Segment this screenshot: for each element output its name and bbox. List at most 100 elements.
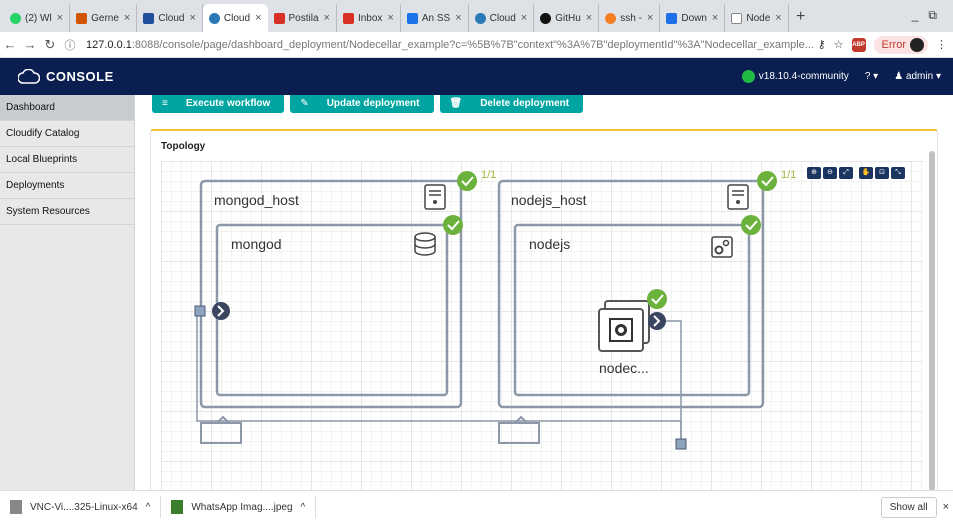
- server-icon: [424, 184, 446, 210]
- doc-icon: [406, 12, 418, 24]
- browser-tab-bar: (2) Wl × Gerne × Cloud × Cloud × Postila × In…: [0, 0, 953, 32]
- rs-icon: [143, 12, 155, 24]
- svg-text:1/1: 1/1: [781, 169, 796, 181]
- app-logo[interactable]: CONSOLE: [0, 68, 114, 85]
- info-icon[interactable]: ⓘ: [60, 37, 80, 53]
- show-all-button[interactable]: Show all: [880, 496, 937, 518]
- new-tab-button[interactable]: +: [789, 4, 813, 32]
- sidebar-item-catalog[interactable]: Cloudify Catalog: [0, 121, 134, 147]
- action-bar: ≡ Execute workflow ✎ Update deployment 🗑 De…: [152, 95, 584, 113]
- status-icon: [741, 70, 755, 83]
- close-icon[interactable]: ×: [57, 12, 63, 24]
- delete-deployment-button[interactable]: 🗑 Delete deployment: [439, 95, 584, 113]
- status-ok-icon: [443, 215, 463, 235]
- chevron-up-icon[interactable]: ^: [301, 502, 306, 513]
- gear-icon: [711, 236, 733, 258]
- widget-title: Topology: [161, 141, 206, 152]
- download-item[interactable]: VNC-Vi....325-Linux-x64 ^: [0, 496, 162, 518]
- close-icon[interactable]: ×: [775, 12, 781, 24]
- close-icon[interactable]: ×: [712, 12, 718, 24]
- svg-text:nodejs_host: nodejs_host: [511, 192, 587, 208]
- topology-widget: Topology ⊕ ⊖ ⤢ ✋ ⊡ ⤡ mongod_host 1/1 mon…: [150, 129, 938, 490]
- download-item[interactable]: WhatsApp Imag....jpeg ^: [161, 496, 317, 518]
- browser-tab[interactable]: Inbox ×: [337, 4, 401, 32]
- help-menu[interactable]: ? ▾: [865, 71, 878, 82]
- list-icon: ≡: [162, 97, 168, 109]
- cloud-logo-icon: [18, 68, 40, 84]
- version-badge[interactable]: v18.10.4-community: [741, 70, 849, 83]
- app-header: CONSOLE v18.10.4-community ? ▾ ♟ admin ▾: [0, 58, 953, 95]
- avatar: [910, 37, 924, 52]
- browser-tab[interactable]: Down ×: [660, 4, 726, 32]
- scrollbar[interactable]: [929, 151, 935, 490]
- close-icon[interactable]: ×: [324, 12, 330, 24]
- browser-tab[interactable]: An SS ×: [401, 4, 469, 32]
- file-icon: [10, 500, 22, 514]
- topology-canvas[interactable]: ⊕ ⊖ ⤢ ✋ ⊡ ⤡ mongod_host 1/1 mongod nodej…: [161, 161, 923, 490]
- close-icon[interactable]: ×: [455, 12, 461, 24]
- node-mongod-host[interactable]: mongod_host 1/1: [199, 169, 496, 409]
- relationship-connector[interactable]: [648, 312, 666, 330]
- close-icon[interactable]: ×: [586, 12, 592, 24]
- execute-workflow-button[interactable]: ≡ Execute workflow: [152, 95, 285, 113]
- github-icon: [540, 12, 552, 24]
- back-icon[interactable]: ←: [0, 37, 20, 52]
- address-bar: ← → ↻ ⓘ 127.0.0.1:8088/console/page/dash…: [0, 32, 953, 58]
- browser-tab[interactable]: Node ×: [725, 4, 789, 32]
- close-icon[interactable]: ×: [647, 12, 653, 24]
- close-icon[interactable]: ×: [387, 12, 393, 24]
- browser-tab[interactable]: Postila ×: [268, 4, 337, 32]
- gmail-icon: [273, 12, 285, 24]
- close-icon[interactable]: ×: [521, 12, 527, 24]
- close-icon[interactable]: ×: [943, 501, 949, 513]
- restore-icon[interactable]: ⧉: [928, 8, 947, 22]
- browser-tab[interactable]: Cloud ×: [137, 4, 203, 32]
- browser-tab-active[interactable]: Cloud ×: [202, 4, 268, 32]
- database-icon: [414, 232, 436, 256]
- relationship-connector[interactable]: [675, 438, 687, 450]
- url-field[interactable]: 127.0.0.1:8088/console/page/dashboard_de…: [86, 39, 818, 51]
- sidebar: Dashboard Cloudify Catalog Local Bluepri…: [0, 95, 135, 490]
- gmail-icon: [342, 12, 354, 24]
- user-menu[interactable]: ♟ admin ▾: [894, 71, 941, 82]
- node-nodecellar[interactable]: nodec...: [598, 289, 667, 376]
- svg-text:mongod_host: mongod_host: [214, 192, 299, 208]
- status-ok-icon: [741, 215, 761, 235]
- chevron-up-icon[interactable]: ^: [146, 502, 151, 513]
- cloudify-icon: [208, 12, 220, 24]
- key-icon[interactable]: ⚷: [818, 38, 826, 51]
- sidebar-item-system-resources[interactable]: System Resources: [0, 199, 134, 225]
- reload-icon[interactable]: ↻: [40, 37, 60, 53]
- image-file-icon: [171, 500, 184, 514]
- main-content: ≡ Execute workflow ✎ Update deployment 🗑 De…: [136, 95, 953, 490]
- browser-tab[interactable]: GitHu ×: [534, 4, 600, 32]
- svg-text:1/1: 1/1: [481, 169, 496, 181]
- pdf-icon: [76, 12, 88, 24]
- node-mongod[interactable]: mongod: [215, 215, 463, 397]
- sidebar-item-deployments[interactable]: Deployments: [0, 173, 134, 199]
- browser-tab[interactable]: ssh - ×: [599, 4, 661, 32]
- update-deployment-button[interactable]: ✎ Update deployment: [290, 95, 434, 113]
- trash-icon: 🗑: [449, 97, 463, 109]
- edit-icon: ✎: [300, 97, 309, 109]
- close-icon[interactable]: ×: [189, 12, 195, 24]
- browser-tab[interactable]: Gerne ×: [70, 4, 138, 32]
- status-ok-icon: [457, 171, 477, 191]
- window-controls[interactable]: _⧉: [912, 8, 947, 23]
- sidebar-item-local-blueprints[interactable]: Local Blueprints: [0, 147, 134, 173]
- star-icon[interactable]: ☆: [834, 38, 844, 51]
- error-badge[interactable]: Error: [873, 35, 928, 54]
- adblock-icon[interactable]: ABP: [851, 37, 866, 52]
- server-icon: [727, 184, 749, 210]
- svg-text:mongod: mongod: [231, 236, 282, 252]
- so-icon: [605, 12, 617, 24]
- browser-tab[interactable]: Cloud ×: [469, 4, 535, 32]
- downloads-bar: VNC-Vi....325-Linux-x64 ^ WhatsApp Imag..…: [0, 490, 953, 523]
- sidebar-item-dashboard[interactable]: Dashboard: [0, 95, 134, 121]
- menu-icon[interactable]: ⋮: [936, 38, 947, 51]
- close-icon[interactable]: ×: [124, 12, 130, 24]
- forward-icon[interactable]: →: [20, 37, 40, 52]
- browser-tab[interactable]: (2) Wl ×: [4, 4, 71, 32]
- minimize-icon[interactable]: _: [912, 8, 929, 22]
- close-icon[interactable]: ×: [255, 12, 261, 24]
